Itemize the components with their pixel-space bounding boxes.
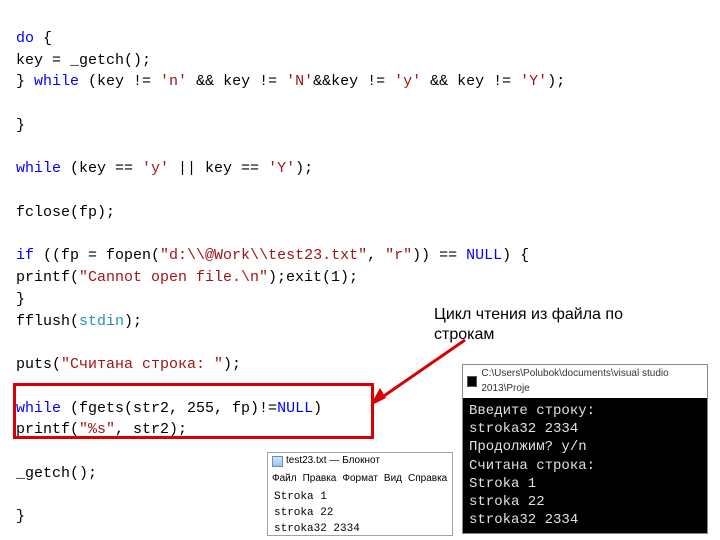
kw-do: do	[16, 30, 34, 47]
string-literal: "r"	[385, 247, 412, 264]
code-text: fflush(	[16, 313, 79, 330]
code-text: );exit(1);	[268, 269, 358, 286]
notepad-menu-item[interactable]: Файл	[272, 473, 297, 484]
code-text: puts(	[16, 356, 61, 373]
notepad-title: test23.txt — Блокнот	[286, 454, 380, 469]
code-text: printf(	[16, 421, 79, 438]
notepad-menu-item[interactable]: Правка	[303, 473, 337, 484]
console-title: C:\Users\Polubok\documents\visual studio…	[481, 367, 703, 396]
notepad-line: Stroka 1	[274, 490, 446, 506]
code-text: (fgets(str2, 255, fp)!=	[61, 400, 277, 417]
stdin-ident: stdin	[79, 313, 124, 330]
code-text: &&key !=	[313, 73, 394, 90]
kw-if: if	[16, 247, 34, 264]
code-text: }	[16, 117, 25, 134]
console-body: Введите строку: stroka32 2334 Продолжим?…	[463, 398, 707, 533]
char-literal: 'y'	[142, 160, 169, 177]
kw-while: while	[16, 400, 61, 417]
code-text: ((fp = fopen(	[34, 247, 160, 264]
console-line: Продолжим? y/n	[469, 439, 587, 455]
notepad-menu-item[interactable]: Вид	[384, 473, 402, 484]
code-text: fclose(fp);	[16, 204, 115, 221]
char-literal: 'N'	[286, 73, 313, 90]
code-text: (key !=	[79, 73, 160, 90]
code-text: }	[16, 508, 25, 525]
notepad-menu-item[interactable]: Справка	[408, 473, 447, 484]
code-text: , str2);	[115, 421, 187, 438]
code-text: (key ==	[61, 160, 142, 177]
code-text: );	[124, 313, 142, 330]
null-literal: NULL	[466, 247, 502, 264]
code-text: );	[295, 160, 313, 177]
null-literal: NULL	[277, 400, 313, 417]
char-literal: 'Y'	[268, 160, 295, 177]
notepad-line: stroka 22	[274, 506, 446, 522]
annotation-line: Цикл чтения из файла по	[434, 305, 623, 325]
notepad-content: Stroka 1 stroka 22 stroka32 2334	[268, 488, 452, 540]
annotation-line: строкам	[434, 325, 623, 345]
string-literal: "d:\\@Work\\test23.txt"	[160, 247, 367, 264]
code-text: {	[34, 30, 52, 47]
code-text: && key !=	[421, 73, 520, 90]
code-text: || key ==	[169, 160, 268, 177]
notepad-menu: Файл Правка Формат Вид Справка	[268, 471, 452, 489]
string-literal: "%s"	[79, 421, 115, 438]
notepad-menu-item[interactable]: Формат	[342, 473, 378, 484]
code-text: );	[547, 73, 565, 90]
notepad-icon	[272, 456, 283, 467]
string-literal: "Cannot open file.\n"	[79, 269, 268, 286]
kw-while: while	[34, 73, 79, 90]
console-line: Считана строка:	[469, 458, 595, 474]
console-line: Введите строку:	[469, 403, 595, 419]
console-line: stroka32 2334	[469, 421, 578, 437]
code-text: && key !=	[187, 73, 286, 90]
notepad-titlebar: test23.txt — Блокнот	[268, 453, 452, 471]
console-line: Stroka 1	[469, 476, 536, 492]
notepad-line: stroka32 2334	[274, 522, 446, 538]
code-text: key = _getch();	[16, 52, 151, 69]
code-text: printf(	[16, 269, 79, 286]
code-text: ,	[367, 247, 385, 264]
notepad-window: test23.txt — Блокнот Файл Правка Формат Вид…	[267, 452, 453, 536]
annotation-text: Цикл чтения из файла по строкам	[434, 305, 623, 345]
char-literal: 'Y'	[520, 73, 547, 90]
console-line: stroka 22	[469, 494, 545, 510]
code-text: );	[223, 356, 241, 373]
char-literal: 'y'	[394, 73, 421, 90]
code-text: )) ==	[412, 247, 466, 264]
code-text: )	[313, 400, 322, 417]
string-literal: "Считана строка: "	[61, 356, 223, 373]
console-line: stroka32 2334	[469, 512, 578, 528]
console-titlebar: C:\Users\Polubok\documents\visual studio…	[463, 365, 707, 398]
code-text: ) {	[502, 247, 529, 264]
console-window: C:\Users\Polubok\documents\visual studio…	[462, 364, 708, 534]
code-text: }	[16, 73, 34, 90]
char-literal: 'n'	[160, 73, 187, 90]
code-text: }	[16, 291, 25, 308]
kw-while: while	[16, 160, 61, 177]
cmd-icon	[467, 376, 477, 387]
code-text: _getch();	[16, 465, 97, 482]
